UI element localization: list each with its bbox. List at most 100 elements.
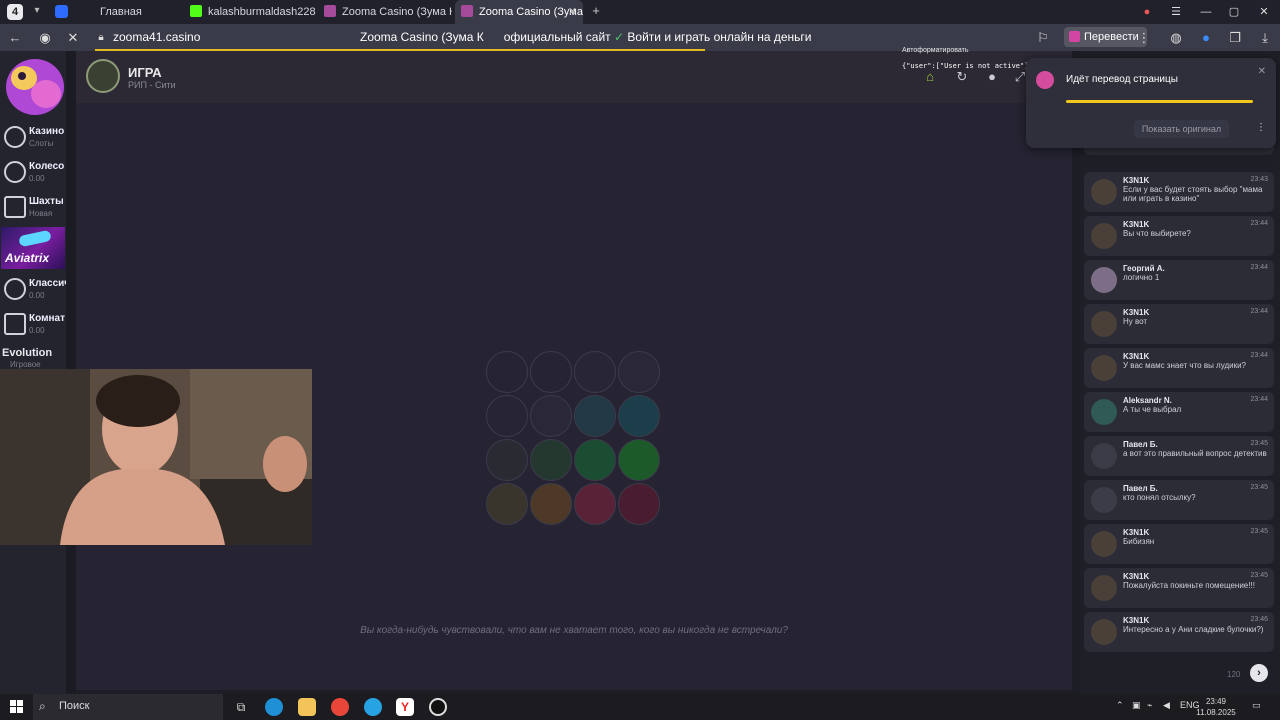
bookmark-icon[interactable]: ⚐ (1034, 29, 1052, 47)
chat-username[interactable]: Георгий А. (1123, 264, 1165, 273)
avatar[interactable] (1091, 487, 1117, 513)
chat-username[interactable]: K3N1K (1123, 616, 1149, 625)
grid-cell[interactable] (618, 483, 660, 525)
grid-cell[interactable] (618, 439, 660, 481)
tab-count-badge[interactable]: 4 (7, 4, 23, 20)
sidebar-item-wheel[interactable]: Колесо 0.00 (2, 157, 68, 191)
grid-cell[interactable] (486, 351, 528, 393)
avatar[interactable] (1091, 311, 1117, 337)
grid-cell[interactable] (574, 351, 616, 393)
new-tab-button[interactable]: + (588, 3, 604, 19)
url-field[interactable]: zooma41.casino (113, 30, 200, 44)
grid-cell[interactable] (530, 439, 572, 481)
close-icon[interactable]: ✕ (1258, 66, 1266, 77)
back-icon[interactable]: ← (6, 29, 24, 47)
chevron-down-icon[interactable]: ▾ (29, 3, 45, 19)
chat-username[interactable]: K3N1K (1123, 220, 1149, 229)
edge-icon[interactable] (265, 698, 283, 716)
download-icon[interactable]: ⤓ (1256, 29, 1274, 47)
grid-cell[interactable] (618, 351, 660, 393)
more-icon[interactable]: ⋮ (1135, 29, 1153, 47)
chat-timestamp: 23:44 (1250, 308, 1268, 315)
tab-home[interactable]: Главная (84, 0, 184, 24)
system-clock[interactable]: 23:49 11.08.2025 (1196, 696, 1236, 718)
sidebar-item-casino[interactable]: Казино Слоты (2, 122, 68, 156)
sidebar-item-label: Шахты (29, 196, 64, 207)
tab-zooma-1[interactable]: Zooma Casino (Зума Кази (322, 0, 452, 24)
chat-username[interactable]: K3N1K (1123, 572, 1149, 581)
show-original-button[interactable]: Показать оригинал (1134, 120, 1229, 138)
extension-icon[interactable]: ● (1197, 29, 1215, 47)
aviatrix-label: Aviatrix (5, 251, 50, 265)
avatar[interactable] (1091, 399, 1117, 425)
tab-label: kalashburmaldash228 Str (208, 6, 316, 18)
grid-cell[interactable] (530, 395, 572, 437)
avatar[interactable] (1091, 531, 1117, 557)
chrome-icon[interactable] (331, 698, 349, 716)
maximize-icon[interactable]: ▢ (1220, 0, 1248, 24)
sidebar-item-evolution[interactable]: Evolution (2, 347, 52, 359)
grid-cell[interactable] (530, 483, 572, 525)
chat-username[interactable]: Aleksandr N. (1123, 396, 1172, 405)
sidebar-item-mines[interactable]: Шахты Новая (2, 192, 68, 226)
grid-cell[interactable] (574, 439, 616, 481)
explorer-icon[interactable] (298, 698, 316, 716)
chat-message: K3N1K 23:44 Вы что выбирете? (1084, 216, 1274, 256)
sidebar-item-classic[interactable]: Классич 0.00 (2, 274, 70, 308)
obs-icon[interactable] (429, 698, 447, 716)
grid-cell[interactable] (618, 395, 660, 437)
close-tab-icon[interactable]: ✕ (568, 0, 577, 24)
home-icon[interactable]: ⌂ (922, 69, 938, 85)
avatar[interactable] (1091, 355, 1117, 381)
chat-username[interactable]: K3N1K (1123, 528, 1149, 537)
start-button[interactable] (10, 700, 24, 714)
chat-username[interactable]: K3N1K (1123, 352, 1149, 361)
circle-grid (486, 351, 662, 527)
lock-icon[interactable]: 🔒︎ (92, 29, 110, 47)
minimize-icon[interactable]: — (1192, 0, 1220, 24)
sidebar-item-aviatrix[interactable]: Aviatrix (1, 227, 65, 269)
avatar[interactable] (1091, 575, 1117, 601)
stop-loading-icon[interactable]: ✕ (64, 29, 82, 47)
menu-icon[interactable]: ☰ (1162, 0, 1190, 24)
avatar[interactable] (1091, 619, 1117, 645)
grid-cell[interactable] (486, 483, 528, 525)
telegram-icon[interactable] (364, 698, 382, 716)
more-icon[interactable]: ⋮ (1256, 122, 1266, 133)
avatar[interactable] (1091, 443, 1117, 469)
pinned-tab-icon[interactable] (55, 5, 68, 18)
casino-logo[interactable] (4, 56, 66, 118)
avatar[interactable] (1091, 267, 1117, 293)
collections-icon[interactable]: ❐ (1226, 29, 1244, 47)
chat-username[interactable]: Павел Б. (1123, 484, 1158, 493)
privacy-icon[interactable]: ◉ (36, 29, 54, 47)
task-view-icon[interactable]: ⧉ (232, 698, 250, 716)
taskbar-search[interactable]: ⌕ Поиск (33, 694, 223, 720)
chat-username[interactable]: Павел Б. (1123, 440, 1158, 449)
avatar[interactable] (1091, 223, 1117, 249)
grid-cell[interactable] (486, 395, 528, 437)
tab-zooma-active[interactable]: Zooma Casino (Зума К ✕ (455, 0, 583, 24)
send-button[interactable]: › (1250, 664, 1268, 682)
refresh-icon[interactable]: ↻ (954, 69, 970, 85)
notifications-icon[interactable]: ▭ (1252, 700, 1261, 711)
chevron-up-icon[interactable]: ⌃ (1116, 700, 1124, 711)
autoformat-label[interactable]: Автоформатировать (902, 47, 969, 54)
grid-cell[interactable] (574, 395, 616, 437)
profile-icon[interactable]: ● (1133, 0, 1161, 24)
globe-icon[interactable]: ◍ (1167, 29, 1185, 47)
chat-username[interactable]: K3N1K (1123, 176, 1149, 185)
tab-kick[interactable]: kalashburmaldash228 Str (188, 0, 316, 24)
grid-cell[interactable] (530, 351, 572, 393)
chat-username[interactable]: K3N1K (1123, 308, 1149, 317)
network-icon[interactable]: ⌁ (1147, 700, 1152, 711)
tray-app-icon[interactable]: ▣ (1132, 700, 1141, 711)
close-window-icon[interactable]: ✕ (1250, 0, 1278, 24)
grid-cell[interactable] (486, 439, 528, 481)
volume-icon[interactable]: ◀︎ (1163, 700, 1170, 711)
sidebar-item-rooms[interactable]: Комнат 0.00 (2, 309, 68, 343)
avatar[interactable] (1091, 179, 1117, 205)
record-icon[interactable]: ● (984, 69, 1000, 85)
yandex-icon[interactable]: Y (396, 698, 414, 716)
grid-cell[interactable] (574, 483, 616, 525)
